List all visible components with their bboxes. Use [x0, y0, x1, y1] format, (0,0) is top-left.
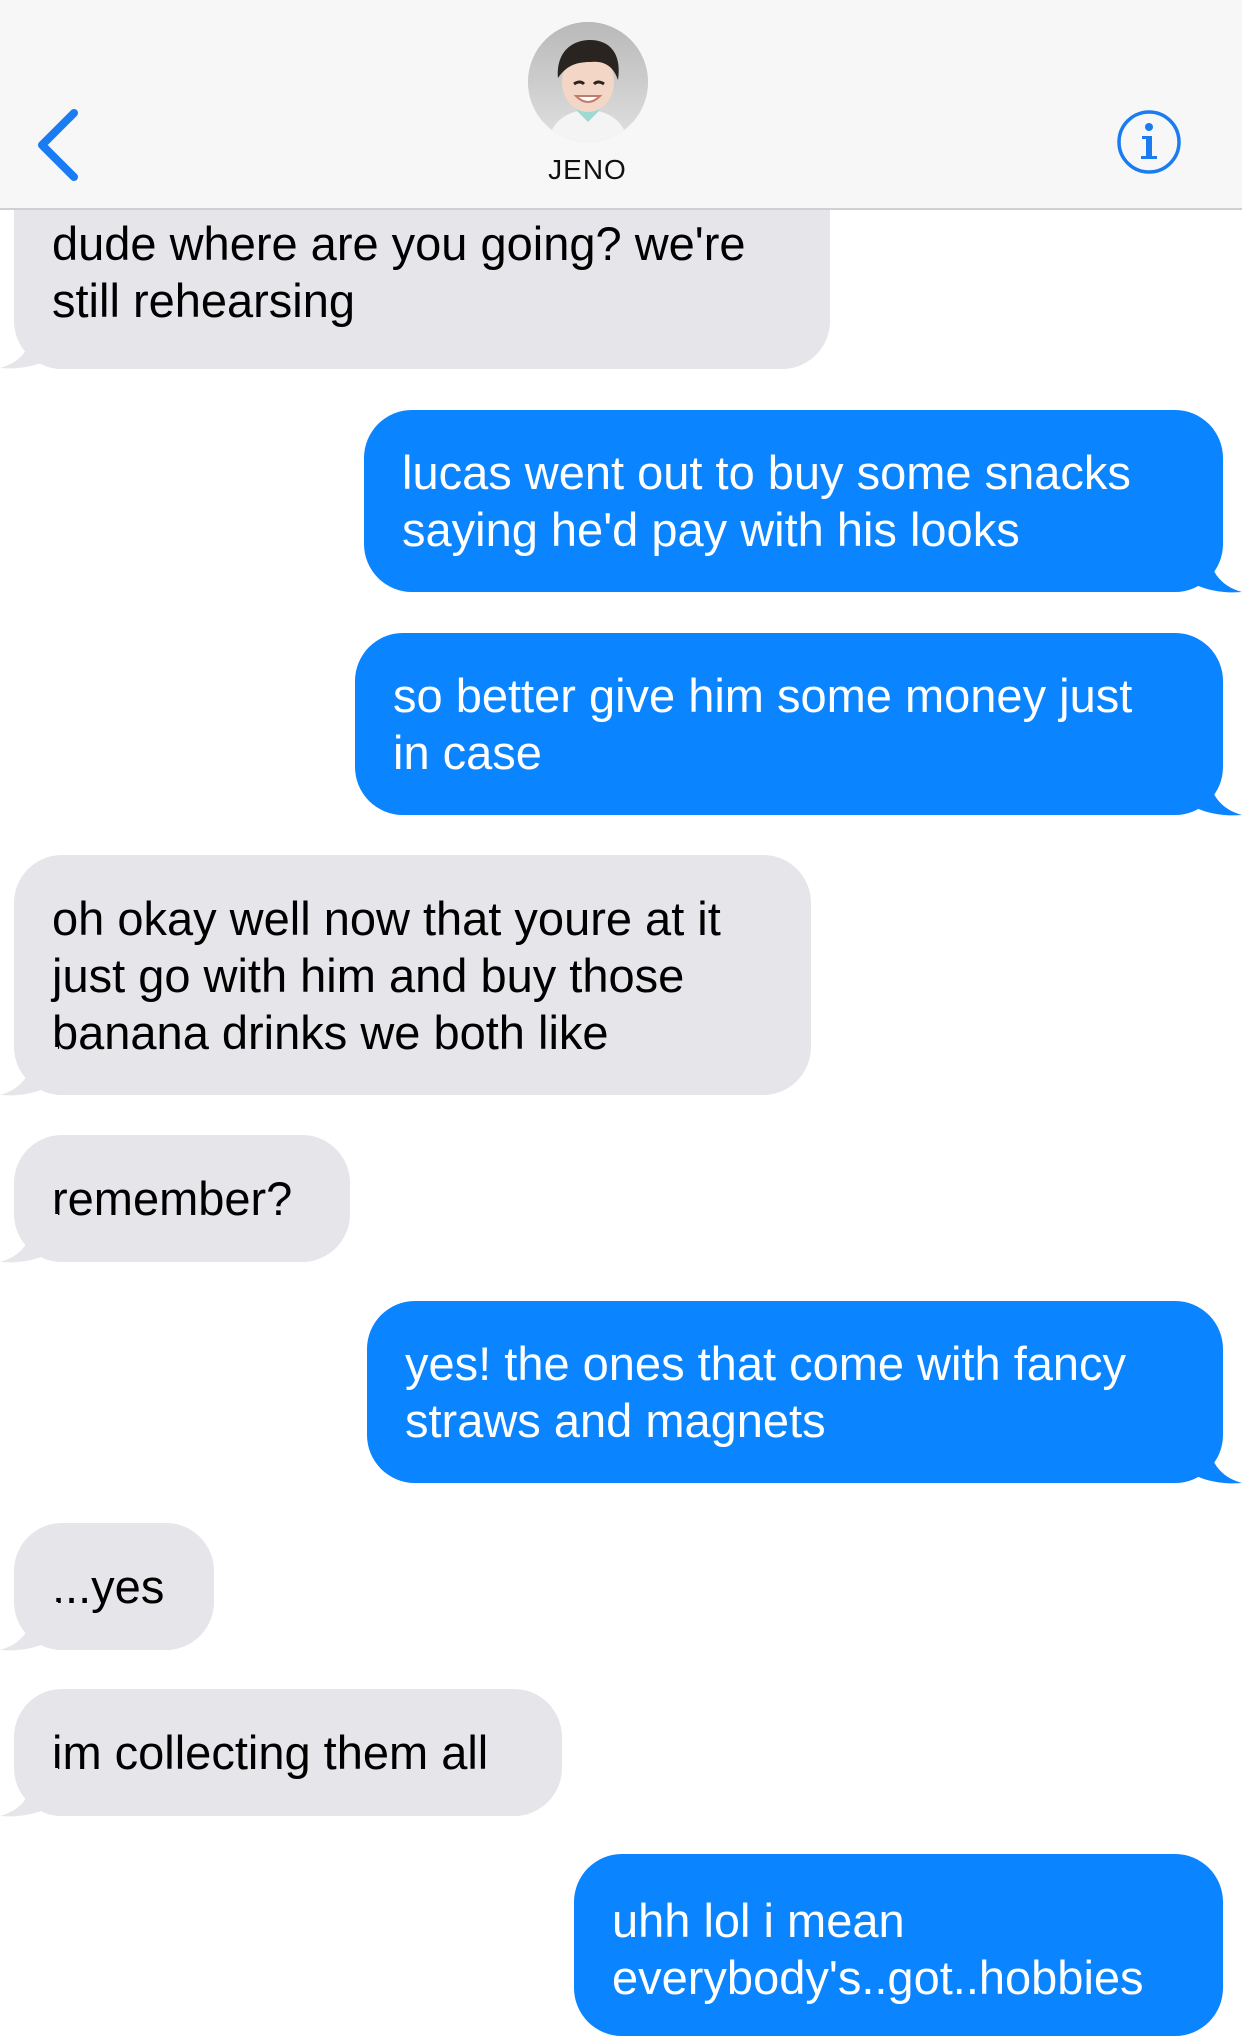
contact-name[interactable]: JENO — [0, 154, 1175, 186]
message-text-line: everybody's..got..hobbies — [612, 1951, 1144, 2004]
bubble-tail — [1184, 1435, 1242, 1484]
message-bubble-outgoing[interactable]: so better give him some money just in ca… — [355, 633, 1223, 815]
message-text-line: oh okay well now that youre at it — [52, 891, 721, 945]
message-text-line: banana drinks we both like — [52, 1005, 609, 1059]
info-icon — [1117, 110, 1181, 174]
message-text-line: just go with him and buy those — [52, 948, 685, 1002]
message-bubble-incoming[interactable]: im collecting them all — [14, 1689, 562, 1816]
conversation-header: JENO — [0, 0, 1242, 210]
bubble-tail — [0, 1602, 58, 1651]
message-bubble-outgoing[interactable]: uhh lol i mean everybody's..got..hobbies — [574, 1854, 1223, 2036]
message-bubble-incoming[interactable]: remember? — [14, 1135, 350, 1262]
message-bubble-incoming[interactable]: oh okay well now that youre at it just g… — [14, 855, 811, 1095]
message-bubble-outgoing[interactable]: lucas went out to buy some snacks saying… — [364, 410, 1223, 592]
message-text-line: lucas went out to buy some snacks — [402, 446, 1131, 499]
message-text-line: straws and magnets — [405, 1394, 826, 1447]
bubble-tail — [0, 1768, 58, 1817]
message-text-line: in case — [393, 726, 542, 779]
message-text-line: dude where are you going? we're — [52, 217, 746, 270]
info-button[interactable] — [1115, 108, 1183, 176]
avatar-photo — [528, 22, 648, 142]
bubble-tail — [0, 1214, 58, 1263]
message-text-line: yes! the ones that come with fancy — [405, 1337, 1127, 1390]
message-bubble-outgoing[interactable]: yes! the ones that come with fancy straw… — [367, 1301, 1223, 1483]
message-text-line: saying he'd pay with his looks — [402, 503, 1020, 556]
message-text-line: remember? — [52, 1172, 293, 1225]
message-text-line: ...yes — [52, 1560, 165, 1613]
message-bubble-incoming[interactable]: dude where are you going? we're still re… — [14, 195, 830, 369]
message-text-line: im collecting them all — [52, 1726, 489, 1779]
contact-avatar[interactable] — [528, 22, 648, 142]
bubble-tail — [1184, 767, 1242, 816]
bubble-tail — [1184, 544, 1242, 593]
message-thread[interactable]: dude where are you going? we're still re… — [0, 0, 1242, 2036]
bubble-tail — [0, 320, 58, 369]
bubble-tail — [0, 1047, 58, 1096]
message-text-line: uhh lol i mean — [612, 1894, 905, 1947]
message-text-line: so better give him some money just — [393, 669, 1133, 722]
message-text-line: still rehearsing — [52, 274, 356, 327]
